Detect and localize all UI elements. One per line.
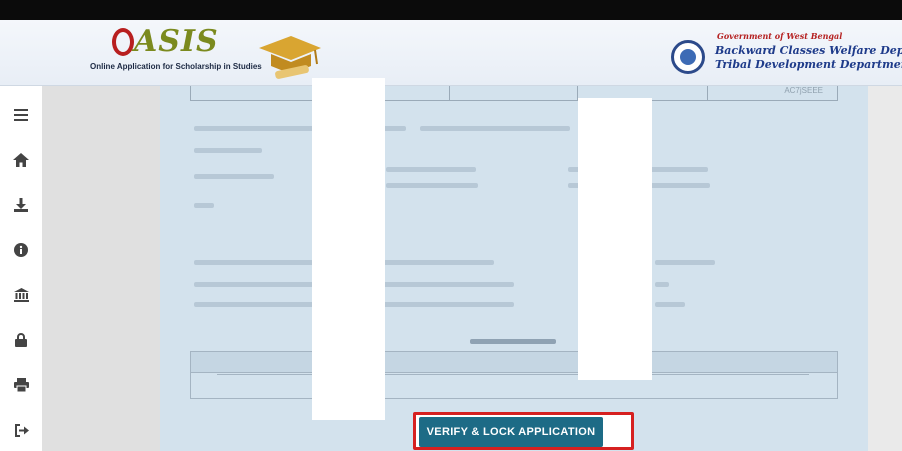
sidebar-item-info[interactable] [0,235,42,265]
oasis-logo-text: ASIS [134,24,219,59]
blurred-text-line [386,183,478,188]
logout-icon [14,423,29,437]
page-right-margin [868,86,902,451]
blurred-text-line [655,260,715,265]
gov-line-1: Government of West Bengal [717,31,843,41]
redaction-bar [312,78,385,420]
sidebar-item-logout[interactable] [0,415,42,445]
blurred-text-line [655,302,685,307]
sidebar-item-download[interactable] [0,190,42,220]
sidebar-item-menu[interactable] [0,100,42,130]
details-table [190,351,838,399]
sidebar-item-bank[interactable] [0,280,42,310]
blurred-text-line [194,174,274,179]
verify-lock-application-button[interactable]: VERIFY & LOCK APPLICATION [419,417,603,447]
section-title-blurred [470,339,556,344]
west-bengal-emblem-icon [671,40,705,74]
print-icon [13,378,29,392]
sidebar-rail [0,86,42,451]
blurred-text-line [386,167,476,172]
download-icon [14,198,28,212]
blurred-text-line [194,203,214,208]
graduation-cap-icon [259,36,321,79]
oasis-logo-o [112,28,134,56]
gov-line-3: Tribal Development Department [715,58,902,71]
lock-icon [15,333,27,347]
blurred-text-line [655,282,669,287]
details-table-row-line [217,374,809,375]
bank-icon [13,288,29,302]
sidebar-item-lock[interactable] [0,325,42,355]
blurred-text-line [194,148,262,153]
menu-icon [14,109,28,121]
top-table-code: AC7jSEEE [784,86,823,95]
blurred-text-line [420,126,570,131]
top-summary-table: AC7jSEEE [190,86,838,101]
site-header: ASIS Online Application for Scholarship … [0,20,902,86]
details-table-header [191,352,837,373]
sidebar-item-home[interactable] [0,145,42,175]
home-icon [13,153,29,167]
redaction-bar [578,98,652,380]
info-icon [14,243,28,257]
top-black-strip [0,0,902,20]
oasis-tagline: Online Application for Scholarship in St… [90,62,262,71]
sidebar-item-print[interactable] [0,370,42,400]
gov-line-2: Backward Classes Welfare Depa [715,44,902,57]
